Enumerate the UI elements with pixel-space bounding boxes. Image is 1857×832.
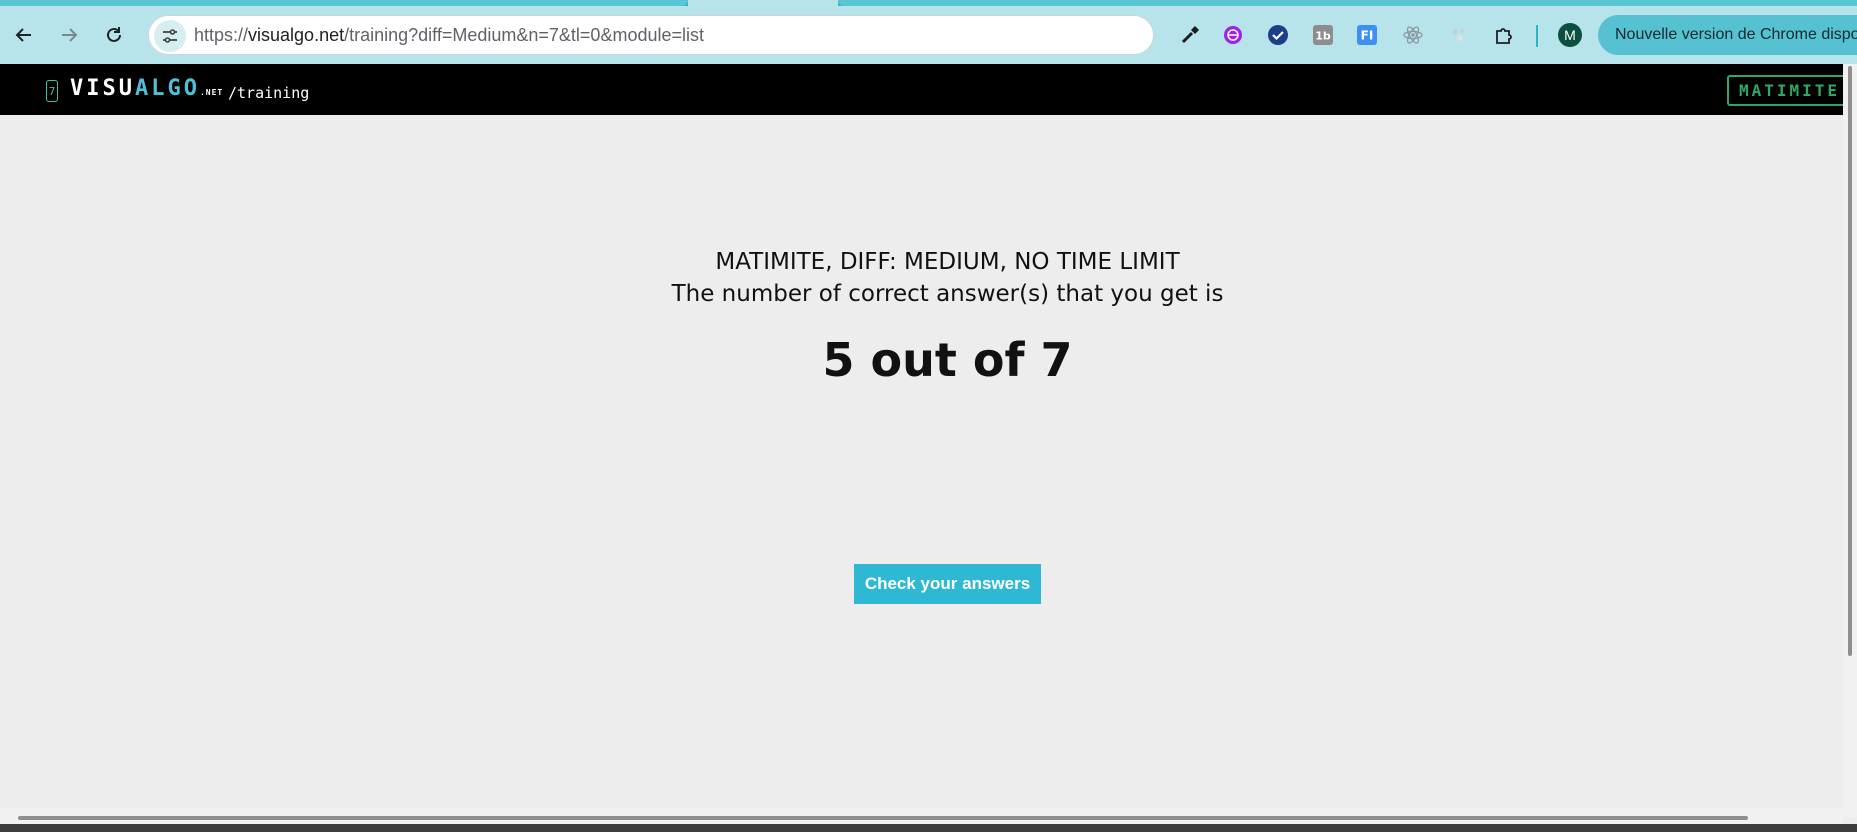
logo-net: .NET xyxy=(199,88,224,97)
svg-text:1b: 1b xyxy=(1315,30,1331,43)
reload-button[interactable] xyxy=(98,19,130,51)
extensions-puzzle-icon[interactable] xyxy=(1492,23,1516,47)
react-icon[interactable] xyxy=(1401,23,1425,47)
arrow-right-icon xyxy=(62,28,78,42)
vertical-scrollbar[interactable] xyxy=(1843,64,1857,817)
check-answers-button[interactable]: Check your answers xyxy=(854,564,1041,604)
reload-icon xyxy=(107,27,121,42)
mode-line: MATIMITE, DIFF: MEDIUM, NO TIME LIMIT xyxy=(715,249,1180,275)
1b-icon[interactable]: 1b xyxy=(1311,23,1335,47)
url-host: visualgo.net xyxy=(248,25,345,45)
url-prefix: https:// xyxy=(194,25,249,45)
fi-icon[interactable]: FI xyxy=(1355,23,1379,47)
toolbar-separator xyxy=(1536,25,1538,47)
logo-badge[interactable]: 7 xyxy=(46,80,58,102)
svg-text:FI: FI xyxy=(1361,29,1374,43)
score-text: 5 out of 7 xyxy=(822,333,1073,387)
arrow-left-icon xyxy=(15,28,31,42)
site-info-button[interactable] xyxy=(154,20,186,52)
url-text[interactable]: https://visualgo.net/training?diff=Mediu… xyxy=(194,16,704,54)
url-path: /training?diff=Medium&n=7&tl=0&module=li… xyxy=(344,25,704,45)
logo-path[interactable]: /training xyxy=(228,84,309,102)
address-bar[interactable]: https://visualgo.net/training?diff=Mediu… xyxy=(148,15,1154,55)
vertical-scroll-thumb[interactable] xyxy=(1848,66,1852,656)
visualgo-logo[interactable]: VISUALGO.NET xyxy=(70,76,223,102)
vpn-icon[interactable] xyxy=(1221,23,1245,47)
chrome-update-button[interactable]: Nouvelle version de Chrome disponible xyxy=(1598,15,1857,55)
checkmark-icon[interactable] xyxy=(1266,23,1290,47)
logo-visu: VISU xyxy=(70,76,135,101)
results-panel: MATIMITE, DIFF: MEDIUM, NO TIME LIMIT Th… xyxy=(0,246,1857,388)
eyedropper-icon[interactable] xyxy=(1178,23,1202,47)
forward-button[interactable] xyxy=(53,19,85,51)
browser-toolbar: https://visualgo.net/training?diff=Mediu… xyxy=(0,6,1857,64)
horizontal-scroll-thumb[interactable] xyxy=(18,816,1748,820)
site-header: 7 VISUALGO.NET /training MATIMITE xyxy=(0,64,1857,115)
back-button[interactable] xyxy=(8,19,40,51)
tune-icon xyxy=(163,29,177,43)
training-results-page xyxy=(0,115,1843,817)
logo-algo: ALGO xyxy=(134,76,200,101)
answer-line: The number of correct answer(s) that you… xyxy=(671,281,1224,307)
user-button[interactable]: MATIMITE xyxy=(1727,75,1857,106)
puzzle-dots-icon[interactable] xyxy=(1447,23,1471,47)
window-bottom-edge xyxy=(0,824,1857,832)
horizontal-scrollbar[interactable] xyxy=(0,808,1843,824)
profile-avatar[interactable]: M xyxy=(1558,23,1582,47)
